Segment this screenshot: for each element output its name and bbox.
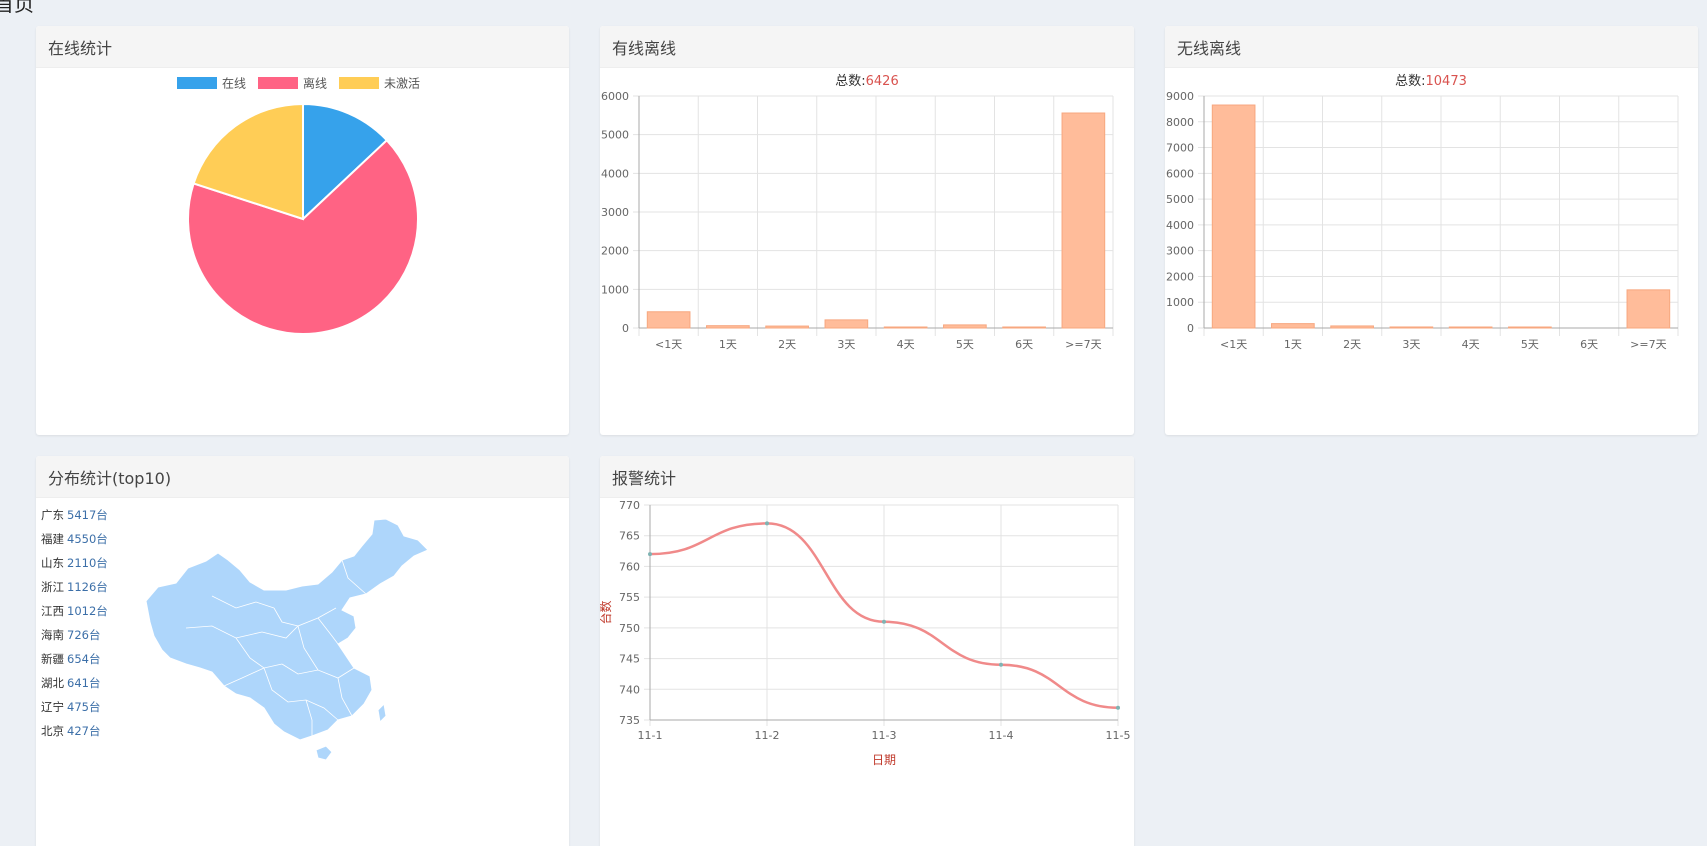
y-tick-label: 0 [1187,322,1194,335]
x-tick-label: 6天 [1015,338,1033,351]
y-tick-label: 2000 [601,245,629,258]
y-tick-label: 1000 [601,283,629,296]
bar [1061,112,1106,329]
legend-label-0: 在线 [222,77,246,91]
alarm-point [999,662,1003,667]
bar [765,325,809,329]
alarm-point [882,619,886,624]
bar [1271,323,1315,329]
y-tick-label: 7000 [1166,142,1194,155]
bar [1508,326,1552,329]
wireless-offline-header: 无线离线 [1165,26,1698,68]
y-tick-label: 735 [619,714,640,727]
wired-offline-bar-chart: 总数:6426 0 1000 2000 3000 4000 5000 6000 <1天 1天 2天… [601,74,1114,351]
x-tick-label: 1天 [1284,338,1302,351]
bar [824,319,869,329]
bar [883,326,928,329]
y-tick-label: 760 [619,560,640,573]
y-tick-label: 1000 [1166,296,1194,309]
x-tick-label: 11-2 [755,729,780,742]
legend-label-1: 离线 [303,76,327,91]
x-tick-label: 11-5 [1106,729,1131,742]
y-tick-label: 0 [622,322,629,335]
x-tick-label: 11-3 [872,729,897,742]
x-tick-label: 11-1 [638,729,663,742]
y-tick-label: 9000 [1166,90,1194,103]
y-tick-label: 5000 [601,129,629,142]
x-tick-label: >=7天 [1630,338,1666,351]
y-tick-label: 8000 [1166,116,1194,129]
y-tick-label: 765 [619,530,640,543]
x-tick-label: 1天 [719,338,737,351]
wireless-total-title: 总数:10473 [1395,74,1467,89]
x-tick-label: 6天 [1580,338,1598,351]
alarm-point [648,552,652,557]
wireless-offline-panel: 无线离线 总数:10473 0 1000 2000 3000 4000 5000 6000 7… [1165,26,1698,435]
distribution-panel: 分布统计(top10) 广东 5417台 福建 4550台 山东 2110台 浙江 1126台… [36,456,569,846]
online-stats-header: 在线统计 [36,26,569,68]
y-tick-label: 2000 [1166,270,1194,283]
bar [1626,289,1671,329]
x-tick-label: 4天 [897,338,915,351]
x-axis-title: 日期 [872,753,896,767]
legend-label-2: 未激活 [384,77,420,91]
alarm-panel: 报警统计 735 740 745 750 755 760 765 770 11-1 11-2 11-… [600,456,1134,846]
wired-total-value: 6426 [866,74,899,89]
wireless-offline-bar-chart: 总数:10473 0 1000 2000 3000 4000 5000 6000 7000 80… [1166,74,1679,351]
legend-swatch-0 [177,77,217,89]
y-axis-title: 台数 [600,600,613,624]
y-tick-label: 4000 [601,167,629,180]
bar [1002,326,1046,329]
bar [1211,104,1256,329]
bar [646,311,691,329]
bar [706,325,750,329]
wireless-total-value: 10473 [1426,74,1467,89]
alarm-header: 报警统计 [600,456,1134,498]
china-map-shape [145,518,429,761]
x-tick-label: 2天 [1343,338,1361,351]
wired-offline-panel: 有线离线 总数:6426 0 1000 2000 3000 4000 5000 6000 <1… [600,26,1134,435]
bar [1389,326,1434,329]
y-tick-label: 5000 [1166,193,1194,206]
wired-total-label: 总数: [835,74,865,89]
x-tick-label: 11-4 [989,729,1014,742]
alarm-point [765,521,769,526]
legend-swatch-2 [339,77,379,89]
x-tick-label: 5天 [956,338,974,351]
x-tick-label: 3天 [1402,338,1420,351]
bar [1448,326,1493,329]
wired-total-title: 总数:6426 [835,74,898,89]
x-tick-label: 5天 [1521,338,1539,351]
y-tick-label: 3000 [1166,245,1194,258]
legend-swatch-1 [258,77,298,89]
y-tick-label: 750 [619,622,640,635]
distribution-header: 分布统计(top10) [36,456,569,498]
alarm-point [1116,705,1120,710]
y-tick-label: 770 [619,499,640,512]
bar [943,324,987,329]
x-tick-label: 4天 [1462,338,1480,351]
y-tick-label: 4000 [1166,219,1194,232]
y-tick-label: 3000 [601,206,629,219]
page-title: 首页 [0,0,34,16]
y-tick-label: 745 [619,653,640,666]
x-tick-label: <1天 [1220,338,1247,351]
y-tick-label: 6000 [1166,167,1194,180]
y-tick-label: 6000 [601,90,629,103]
x-tick-label: 2天 [778,338,796,351]
x-tick-label: >=7天 [1065,338,1101,351]
wired-offline-header: 有线离线 [600,26,1134,68]
online-pie-chart: 在线 离线 未激活 [177,76,420,335]
china-map[interactable] [36,498,569,846]
wireless-total-label: 总数: [1395,74,1425,89]
alarm-line-chart: 735 740 745 750 755 760 765 770 11-1 11-2 11-3 11-4… [600,499,1131,767]
y-tick-label: 755 [619,591,640,604]
bar [1330,325,1374,329]
online-stats-panel: 在线统计 在线 离线 未激活 [36,26,569,435]
x-tick-label: <1天 [655,338,682,351]
x-tick-label: 3天 [837,338,855,351]
y-tick-label: 740 [619,683,640,696]
